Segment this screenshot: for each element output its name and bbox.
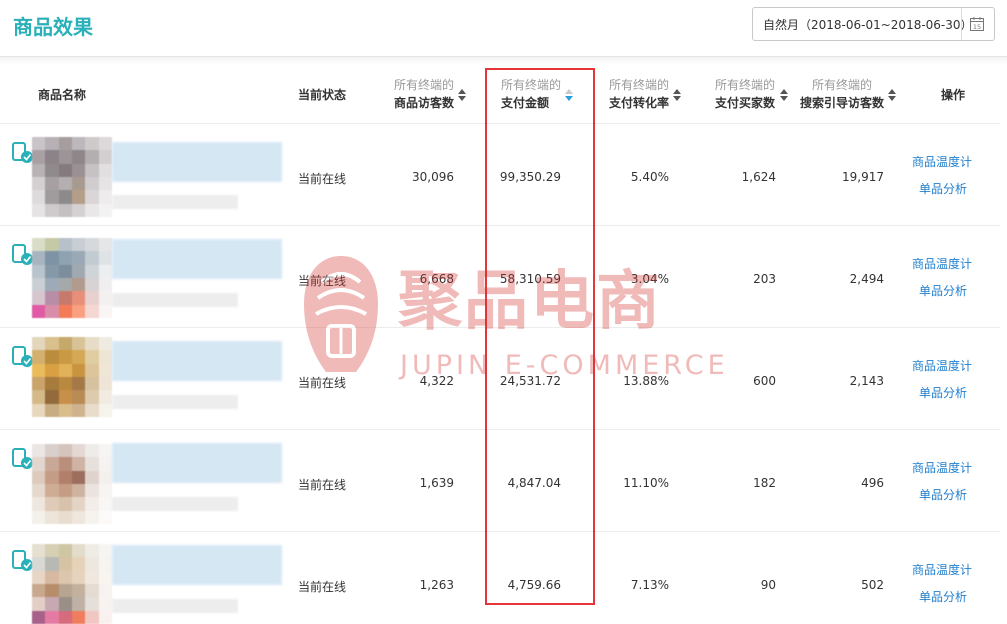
- col-header-payment[interactable]: 所有终端的 支付金额: [501, 76, 561, 112]
- buyers-value: 203: [753, 272, 776, 286]
- col-header-payment-main: 支付金额: [501, 96, 550, 110]
- mobile-check-icon: [12, 244, 33, 265]
- col-header-search-main: 搜索引导访客数: [800, 96, 885, 110]
- table-row: 当前在线 6,668 58,310.59 3.04% 203 2,494 商品温…: [0, 227, 1000, 328]
- payment-value: 58,310.59: [499, 272, 561, 286]
- product-thumbnail[interactable]: [32, 444, 112, 524]
- svg-text:15: 15: [973, 23, 981, 31]
- product-thermometer-link[interactable]: 商品温度计: [912, 561, 972, 578]
- visitors-value: 1,639: [419, 476, 454, 490]
- col-header-action: 操作: [941, 88, 966, 102]
- mobile-check-icon: [12, 142, 33, 163]
- col-header-conversion-sub: 所有终端的: [609, 78, 670, 92]
- payment-value: 4,759.66: [507, 578, 561, 592]
- product-subtitle-blurred: [112, 599, 238, 613]
- buyers-value: 90: [760, 578, 776, 592]
- col-header-search-sub: 所有终端的: [812, 78, 873, 92]
- status-text: 当前在线: [298, 580, 347, 594]
- page-title: 商品效果: [13, 15, 93, 39]
- table-row: 当前在线 1,639 4,847.04 11.10% 182 496 商品温度计…: [0, 431, 1000, 532]
- conversion-value: 3.04%: [630, 272, 669, 286]
- conversion-value: 13.88%: [623, 374, 669, 388]
- payment-value: 24,531.72: [499, 374, 561, 388]
- conversion-value: 11.10%: [623, 476, 669, 490]
- col-header-status: 当前状态: [298, 88, 347, 102]
- product-subtitle-blurred: [112, 497, 238, 511]
- status-text: 当前在线: [298, 172, 347, 186]
- product-title-blurred[interactable]: [112, 239, 282, 279]
- search-visitors-value: 496: [861, 476, 884, 490]
- payment-value: 99,350.29: [499, 170, 561, 184]
- col-header-visitors-sub: 所有终端的: [394, 78, 455, 92]
- product-subtitle-blurred: [112, 293, 238, 307]
- sort-buyers-icon[interactable]: [780, 89, 788, 101]
- buyers-value: 600: [753, 374, 776, 388]
- product-thermometer-link[interactable]: 商品温度计: [912, 153, 972, 170]
- status-text: 当前在线: [298, 478, 347, 492]
- col-header-payment-sub: 所有终端的: [501, 78, 562, 92]
- buyers-value: 182: [753, 476, 776, 490]
- sort-search-icon[interactable]: [888, 89, 896, 101]
- payment-value: 4,847.04: [507, 476, 561, 490]
- search-visitors-value: 502: [861, 578, 884, 592]
- col-header-visitors[interactable]: 所有终端的 商品访客数: [394, 76, 454, 112]
- search-visitors-value: 19,917: [842, 170, 884, 184]
- col-header-buyers-sub: 所有终端的: [715, 78, 776, 92]
- date-picker-divider: [961, 8, 962, 40]
- product-thermometer-link[interactable]: 商品温度计: [912, 357, 972, 374]
- sort-payment-icon[interactable]: [565, 89, 573, 101]
- conversion-value: 7.13%: [630, 578, 669, 592]
- product-subtitle-blurred: [112, 395, 238, 409]
- single-product-analysis-link[interactable]: 单品分析: [919, 486, 967, 503]
- table-row: 当前在线 4,322 24,531.72 13.88% 600 2,143 商品…: [0, 329, 1000, 430]
- visitors-value: 6,668: [419, 272, 454, 286]
- single-product-analysis-link[interactable]: 单品分析: [919, 282, 967, 299]
- product-thumbnail[interactable]: [32, 337, 112, 417]
- single-product-analysis-link[interactable]: 单品分析: [919, 588, 967, 605]
- single-product-analysis-link[interactable]: 单品分析: [919, 384, 967, 401]
- table-header: 商品名称 当前状态 所有终端的 商品访客数 所有终端的 支付金额 所有终端的 支…: [0, 64, 1000, 124]
- product-thermometer-link[interactable]: 商品温度计: [912, 459, 972, 476]
- conversion-value: 5.40%: [630, 170, 669, 184]
- visitors-value: 4,322: [419, 374, 454, 388]
- mobile-check-icon: [12, 448, 33, 469]
- buyers-value: 1,624: [741, 170, 776, 184]
- col-header-buyers[interactable]: 所有终端的 支付买家数: [715, 76, 775, 112]
- col-header-name: 商品名称: [38, 88, 87, 102]
- product-title-blurred[interactable]: [112, 443, 282, 483]
- product-subtitle-blurred: [112, 195, 238, 209]
- table-row: 当前在线 1,263 4,759.66 7.13% 90 502 商品温度计 单…: [0, 533, 1000, 624]
- visitors-value: 30,096: [412, 170, 454, 184]
- col-header-search[interactable]: 所有终端的 搜索引导访客数: [800, 76, 884, 112]
- search-visitors-value: 2,494: [849, 272, 884, 286]
- mobile-check-icon: [12, 550, 33, 571]
- status-text: 当前在线: [298, 376, 347, 390]
- date-range-text: 自然月（2018-06-01~2018-06-30）: [763, 17, 973, 32]
- visitors-value: 1,263: [419, 578, 454, 592]
- product-title-blurred[interactable]: [112, 341, 282, 381]
- mobile-check-icon: [12, 346, 33, 367]
- product-title-blurred[interactable]: [112, 142, 282, 182]
- col-header-conversion-main: 支付转化率: [609, 96, 670, 110]
- col-header-conversion[interactable]: 所有终端的 支付转化率: [609, 76, 669, 112]
- status-text: 当前在线: [298, 274, 347, 288]
- single-product-analysis-link[interactable]: 单品分析: [919, 180, 967, 197]
- product-thumbnail[interactable]: [32, 238, 112, 318]
- sort-conversion-icon[interactable]: [673, 89, 681, 101]
- product-thumbnail[interactable]: [32, 137, 112, 217]
- sort-visitors-icon[interactable]: [458, 89, 466, 101]
- col-header-buyers-main: 支付买家数: [715, 96, 776, 110]
- table-row: 当前在线 30,096 99,350.29 5.40% 1,624 19,917…: [0, 125, 1000, 226]
- product-thumbnail[interactable]: [32, 544, 112, 624]
- date-range-picker[interactable]: 自然月（2018-06-01~2018-06-30） 15: [752, 7, 995, 41]
- product-thermometer-link[interactable]: 商品温度计: [912, 255, 972, 272]
- product-title-blurred[interactable]: [112, 545, 282, 585]
- search-visitors-value: 2,143: [849, 374, 884, 388]
- col-header-visitors-main: 商品访客数: [394, 96, 455, 110]
- calendar-icon[interactable]: 15: [969, 16, 985, 32]
